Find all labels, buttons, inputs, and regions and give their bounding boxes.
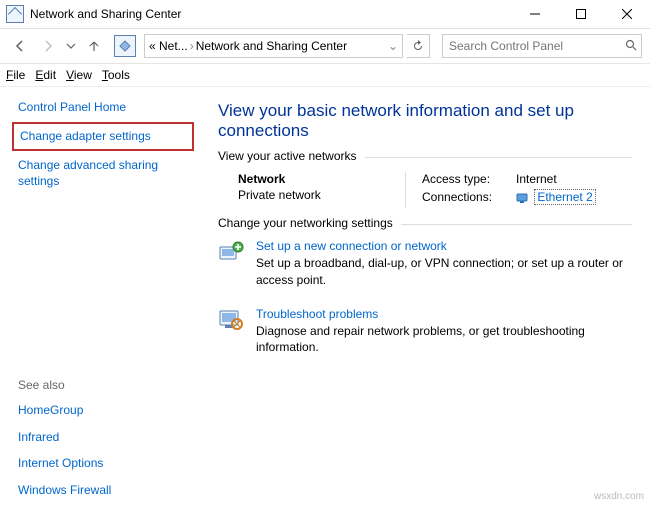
networking-settings-group: Change your networking settings Set up a… (218, 224, 632, 356)
access-type-label: Access type: (422, 172, 508, 186)
breadcrumb-level1[interactable]: « Net... (149, 39, 188, 53)
minimize-button[interactable] (512, 0, 558, 28)
up-button[interactable] (82, 34, 106, 58)
access-type-value: Internet (516, 172, 557, 186)
refresh-button[interactable] (407, 34, 430, 58)
forward-button[interactable] (36, 34, 60, 58)
sidebar: Control Panel Home Change adapter settin… (0, 87, 198, 506)
menu-tools[interactable]: Tools (102, 68, 130, 82)
window-buttons (512, 0, 650, 28)
troubleshoot-link[interactable]: Troubleshoot problems (256, 307, 378, 321)
menu-file[interactable]: File (6, 68, 25, 82)
setup-connection-desc: Set up a broadband, dial-up, or VPN conn… (256, 255, 632, 289)
network-details: Access type: Internet Connections: Ether… (405, 172, 632, 208)
back-button[interactable] (8, 34, 32, 58)
active-network-row: Network Private network Access type: Int… (218, 172, 632, 208)
search-input[interactable] (447, 38, 625, 54)
location-icon (114, 35, 136, 57)
menu-view[interactable]: View (66, 68, 92, 82)
page-title: View your basic network information and … (218, 101, 632, 141)
close-button[interactable] (604, 0, 650, 28)
nav-toolbar: « Net... › Network and Sharing Center ⌄ (0, 29, 650, 64)
troubleshoot-icon (218, 307, 244, 333)
sidebar-advanced-sharing[interactable]: Change advanced sharing settings (18, 157, 188, 191)
connections-label: Connections: (422, 190, 508, 204)
connections-value: Ethernet 2 (516, 190, 596, 204)
search-icon[interactable] (625, 39, 637, 54)
see-also-heading: See also (18, 378, 188, 392)
watermark: wsxdn.com (594, 491, 644, 502)
breadcrumb-level2[interactable]: Network and Sharing Center (196, 39, 347, 53)
recent-locations-button[interactable] (64, 34, 78, 58)
menu-edit[interactable]: Edit (35, 68, 56, 82)
see-also-homegroup[interactable]: HomeGroup (18, 402, 188, 419)
see-also-infrared[interactable]: Infrared (18, 429, 188, 446)
setup-connection-link[interactable]: Set up a new connection or network (256, 239, 447, 253)
networking-settings-legend: Change your networking settings (218, 216, 401, 230)
sidebar-adapter-settings[interactable]: Change adapter settings (12, 122, 194, 151)
app-icon (6, 5, 24, 23)
see-also-internet-options[interactable]: Internet Options (18, 455, 188, 472)
network-identity: Network Private network (218, 172, 405, 208)
sidebar-home[interactable]: Control Panel Home (18, 99, 188, 116)
body: Control Panel Home Change adapter settin… (0, 87, 650, 506)
ethernet-icon (516, 192, 528, 204)
see-also-firewall[interactable]: Windows Firewall (18, 482, 188, 499)
window-title: Network and Sharing Center (30, 7, 512, 21)
maximize-button[interactable] (558, 0, 604, 28)
network-name: Network (238, 172, 405, 186)
search-box[interactable] (442, 34, 642, 58)
chevron-down-icon[interactable]: ⌄ (388, 39, 398, 53)
troubleshoot-desc: Diagnose and repair network problems, or… (256, 323, 632, 357)
chevron-right-icon: › (190, 39, 194, 53)
active-networks-legend: View your active networks (218, 149, 365, 163)
title-bar: Network and Sharing Center (0, 0, 650, 29)
connection-link[interactable]: Ethernet 2 (534, 189, 595, 205)
main-content: View your basic network information and … (198, 87, 650, 506)
active-networks-group: View your active networks Network Privat… (218, 157, 632, 208)
breadcrumb[interactable]: « Net... › Network and Sharing Center ⌄ (144, 34, 403, 58)
task-setup-connection: Set up a new connection or network Set u… (218, 239, 632, 289)
task-troubleshoot: Troubleshoot problems Diagnose and repai… (218, 307, 632, 357)
network-type: Private network (238, 188, 405, 202)
menu-bar: File Edit View Tools (0, 64, 650, 87)
setup-connection-icon (218, 239, 244, 265)
